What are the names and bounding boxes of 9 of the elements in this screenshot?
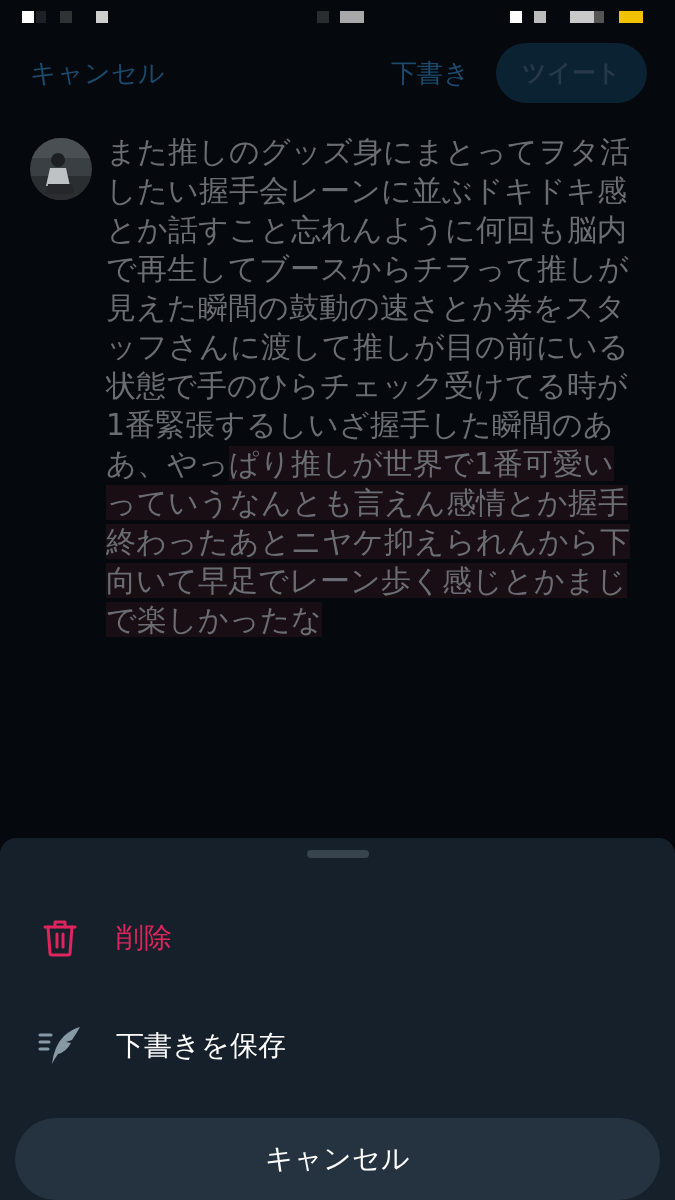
cancel-link[interactable]: キャンセル xyxy=(30,53,165,93)
delete-action[interactable]: 削除 xyxy=(116,916,172,959)
save-draft-action[interactable]: 下書きを保存 xyxy=(116,1024,286,1067)
sheet-handle[interactable] xyxy=(306,850,369,858)
feather-icon xyxy=(38,1025,82,1066)
cancel-button[interactable]: キャンセル xyxy=(15,1117,660,1200)
drafts-link[interactable]: 下書き xyxy=(391,53,470,93)
tweet-text[interactable]: また推しのグッズ身にまとってヲタ活したい握手会レーンに並ぶドキドキ感とか話すこと忘れんように何回も脳内で再生してブースからチラって推しが見えた瞬間の鼓動の速さとか券をスタッフさんに渡して推しが目の前にいる状態で手のひらチェック受けてる時が1番緊張するしいざ握手した瞬間のああ、やっぱり推しが世界で1番可愛いっていうなんとも言えん感情とか握手終わったあとニヤケ抑えられんから下向いて早足でレーン歩く感じとかまじで楽しかったな xyxy=(106,132,645,639)
trash-icon xyxy=(43,918,77,957)
